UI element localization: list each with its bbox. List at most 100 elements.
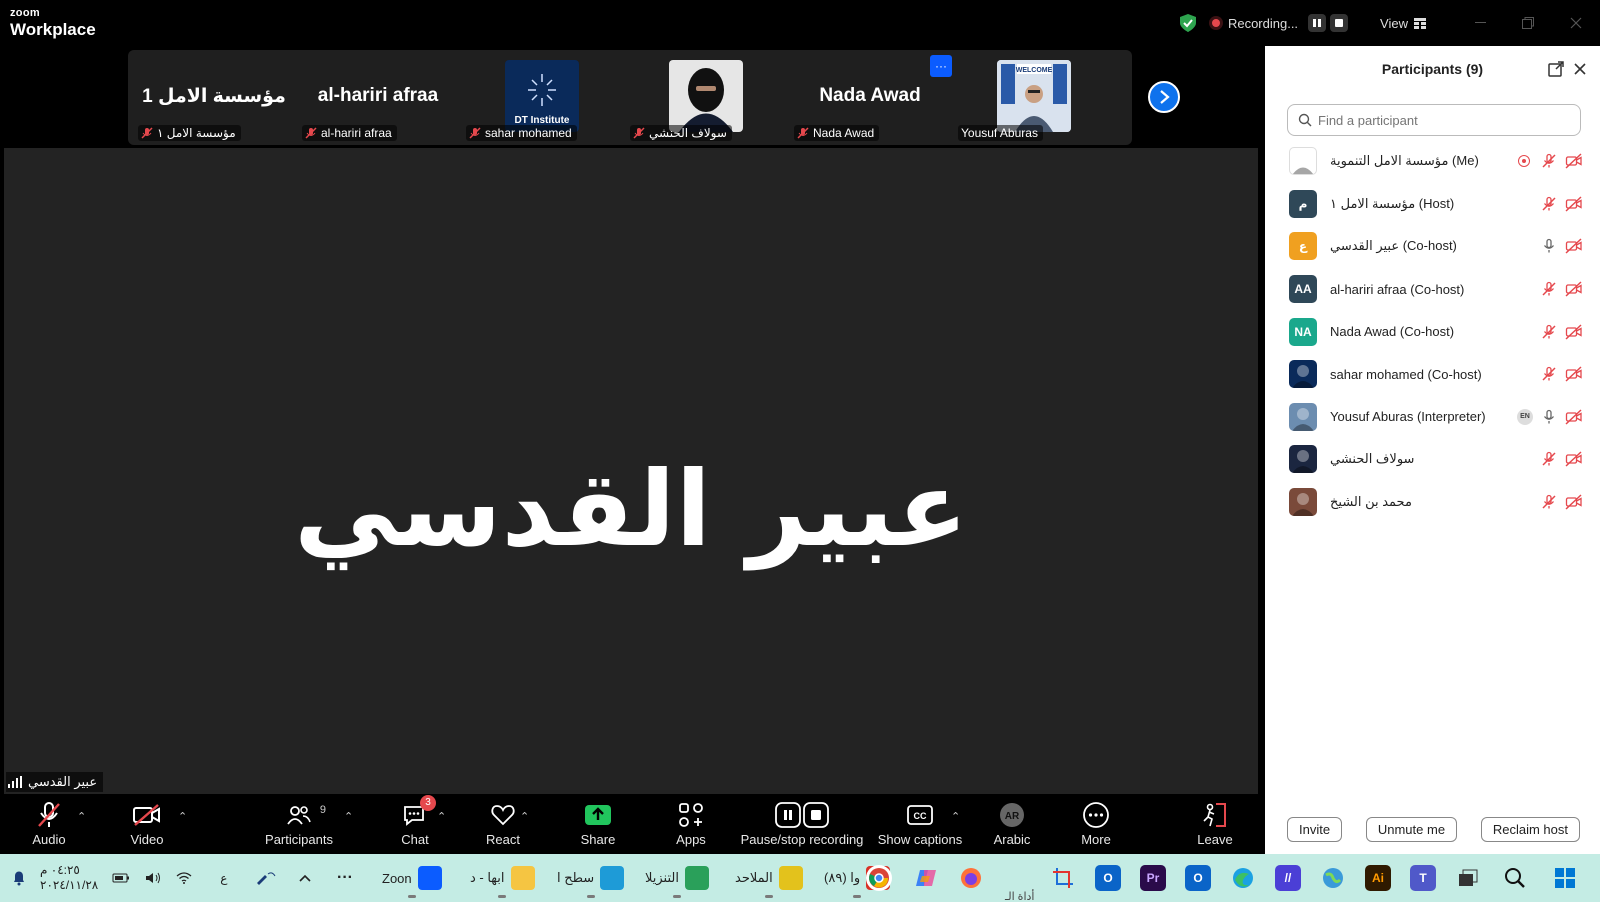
participant-row[interactable]: م مؤسسة الامل ١ (Host)	[1265, 183, 1600, 226]
captions-options-caret[interactable]: ⌃	[951, 810, 960, 823]
pause-stop-recording-button[interactable]: Pause/stop recording	[737, 800, 867, 847]
video-off-icon[interactable]	[1565, 237, 1583, 255]
muted-mic-icon[interactable]	[1540, 365, 1558, 383]
encryption-shield-icon[interactable]	[1178, 13, 1198, 33]
search-taskbar-icon[interactable]	[1502, 865, 1528, 891]
video-off-icon[interactable]	[1565, 280, 1583, 298]
recording-controls-icon	[775, 802, 829, 828]
clock[interactable]: ٠٤:٢٥ م ٢٠٢٤/١١/٢٨	[40, 863, 98, 893]
mic-icon[interactable]	[1540, 237, 1558, 255]
participants-options-caret[interactable]: ⌃	[344, 810, 353, 823]
taskbar-app-button[interactable]: ابها - د	[470, 864, 535, 898]
copilot-icon[interactable]	[913, 865, 939, 891]
participant-row[interactable]: NA Nada Awad (Co-host)	[1265, 310, 1600, 353]
edge-icon[interactable]	[1230, 865, 1256, 891]
participants-count: 9	[319, 804, 326, 816]
chevron-up-icon[interactable]	[299, 874, 311, 882]
battery-icon[interactable]	[112, 872, 130, 884]
premiere-icon[interactable]: Pr	[1140, 865, 1166, 891]
task-view-icon[interactable]	[1455, 865, 1481, 891]
react-options-caret[interactable]: ⌃	[520, 810, 529, 823]
muted-mic-icon[interactable]	[1540, 323, 1558, 341]
video-tile[interactable]: al-hariri afraa al-hariri afraa	[296, 50, 460, 145]
muted-mic-icon[interactable]	[1540, 152, 1558, 170]
muted-mic-icon[interactable]	[1540, 280, 1558, 298]
more-button[interactable]: More	[1046, 800, 1146, 847]
close-panel-icon[interactable]	[1571, 60, 1589, 78]
video-tile[interactable]: Nada Awad Nada Awad	[788, 50, 952, 145]
arc-icon[interactable]: //	[1275, 865, 1301, 891]
video-tile[interactable]: DT Institute sahar mohamed	[460, 50, 624, 145]
video-off-icon[interactable]	[1565, 323, 1583, 341]
taskbar-app-button[interactable]: التنزيلا	[645, 864, 709, 898]
participant-row[interactable]: sahar mohamed (Co-host)	[1265, 353, 1600, 396]
show-captions-button[interactable]: CC Show captions	[870, 800, 970, 847]
next-page-button[interactable]	[1148, 81, 1180, 113]
participant-row[interactable]: سولاف الحنشي	[1265, 438, 1600, 481]
volume-icon[interactable]	[144, 871, 162, 885]
muted-mic-icon[interactable]	[1540, 450, 1558, 468]
tile-more-button[interactable]: ···	[930, 55, 952, 77]
audio-button[interactable]: Audio	[0, 800, 99, 847]
share-button[interactable]: Share	[548, 800, 648, 847]
firefox-icon[interactable]	[958, 865, 984, 891]
video-off-icon[interactable]	[1565, 365, 1583, 383]
muted-mic-icon[interactable]	[1540, 195, 1558, 213]
teams-icon[interactable]: T	[1410, 865, 1436, 891]
wifi-icon[interactable]	[176, 872, 192, 884]
video-off-icon[interactable]	[1565, 450, 1583, 468]
pop-out-icon[interactable]	[1547, 60, 1565, 78]
snipping-tool-icon[interactable]	[1050, 865, 1076, 891]
illustrator-icon[interactable]: Ai	[1365, 865, 1391, 891]
maximize-button[interactable]	[1504, 0, 1552, 46]
leave-button[interactable]: Leave	[1165, 800, 1265, 847]
video-tile[interactable]: مؤسسة الامل 1 مؤسسة الامل ١	[132, 50, 296, 145]
reclaim-host-button[interactable]: Reclaim host	[1480, 817, 1580, 842]
video-options-caret[interactable]: ⌃	[178, 810, 187, 823]
participant-row[interactable]: مؤسسة الامل التنموية (Me)	[1265, 140, 1600, 183]
pause-recording-button[interactable]	[1308, 14, 1327, 32]
chat-options-caret[interactable]: ⌃	[437, 810, 446, 823]
taskbar-overflow-button[interactable]: ···	[337, 864, 353, 892]
taskbar-app-button[interactable]: سطح ا	[557, 864, 625, 898]
outlook-new-icon[interactable]: O	[1185, 865, 1211, 891]
taskbar-app-button[interactable]: Zoon	[382, 864, 442, 898]
video-tile[interactable]: سولاف الحنشي	[624, 50, 788, 145]
muted-mic-icon[interactable]	[1540, 493, 1558, 511]
participant-row[interactable]: محمد بن الشيخ	[1265, 481, 1600, 524]
taskbar-app-button[interactable]: الملاحد	[735, 864, 803, 898]
stop-recording-button[interactable]	[1330, 14, 1349, 32]
video-off-icon[interactable]	[1565, 195, 1583, 213]
react-button[interactable]: React	[453, 800, 553, 847]
video-button[interactable]: Video	[97, 800, 197, 847]
apps-button[interactable]: Apps	[641, 800, 741, 847]
video-off-icon[interactable]	[1565, 152, 1583, 170]
mic-icon[interactable]	[1540, 408, 1558, 426]
video-tile[interactable]: WELCOME Yousuf Aburas	[952, 50, 1116, 145]
participant-search[interactable]	[1287, 104, 1581, 136]
active-speaker-tag: عبير القدسي	[6, 772, 104, 792]
audio-options-caret[interactable]: ⌃	[77, 810, 86, 823]
video-off-icon[interactable]	[1565, 493, 1583, 511]
participant-row[interactable]: Yousuf Aburas (Interpreter) EN	[1265, 396, 1600, 439]
participant-row[interactable]: ع عبير القدسي (Co-host)	[1265, 225, 1600, 268]
active-speaker-video[interactable]: عبير القدسي عبير القدسي	[4, 148, 1258, 794]
invite-button[interactable]: Invite	[1287, 817, 1343, 842]
chrome-icon[interactable]	[866, 865, 892, 891]
unmute-me-button[interactable]: Unmute me	[1365, 817, 1458, 842]
close-window-button[interactable]	[1552, 0, 1600, 46]
maps-icon[interactable]	[1320, 865, 1346, 891]
participant-search-input[interactable]	[1318, 112, 1568, 128]
pen-input-icon[interactable]	[255, 871, 277, 885]
windows-start-icon[interactable]	[1552, 865, 1578, 891]
video-off-icon[interactable]	[1565, 408, 1583, 426]
outlook-icon[interactable]: O	[1095, 865, 1121, 891]
notification-bell-icon[interactable]	[12, 870, 26, 886]
muted-mic-icon	[305, 127, 317, 139]
minimize-button[interactable]	[1456, 0, 1504, 46]
participants-button[interactable]: 9 Participants	[249, 800, 349, 847]
view-menu-button[interactable]: View	[1380, 16, 1426, 31]
chat-button[interactable]: 3 Chat	[365, 795, 465, 847]
participant-row[interactable]: AA al-hariri afraa (Co-host)	[1265, 268, 1600, 311]
keyboard-language[interactable]: ع	[220, 871, 227, 885]
